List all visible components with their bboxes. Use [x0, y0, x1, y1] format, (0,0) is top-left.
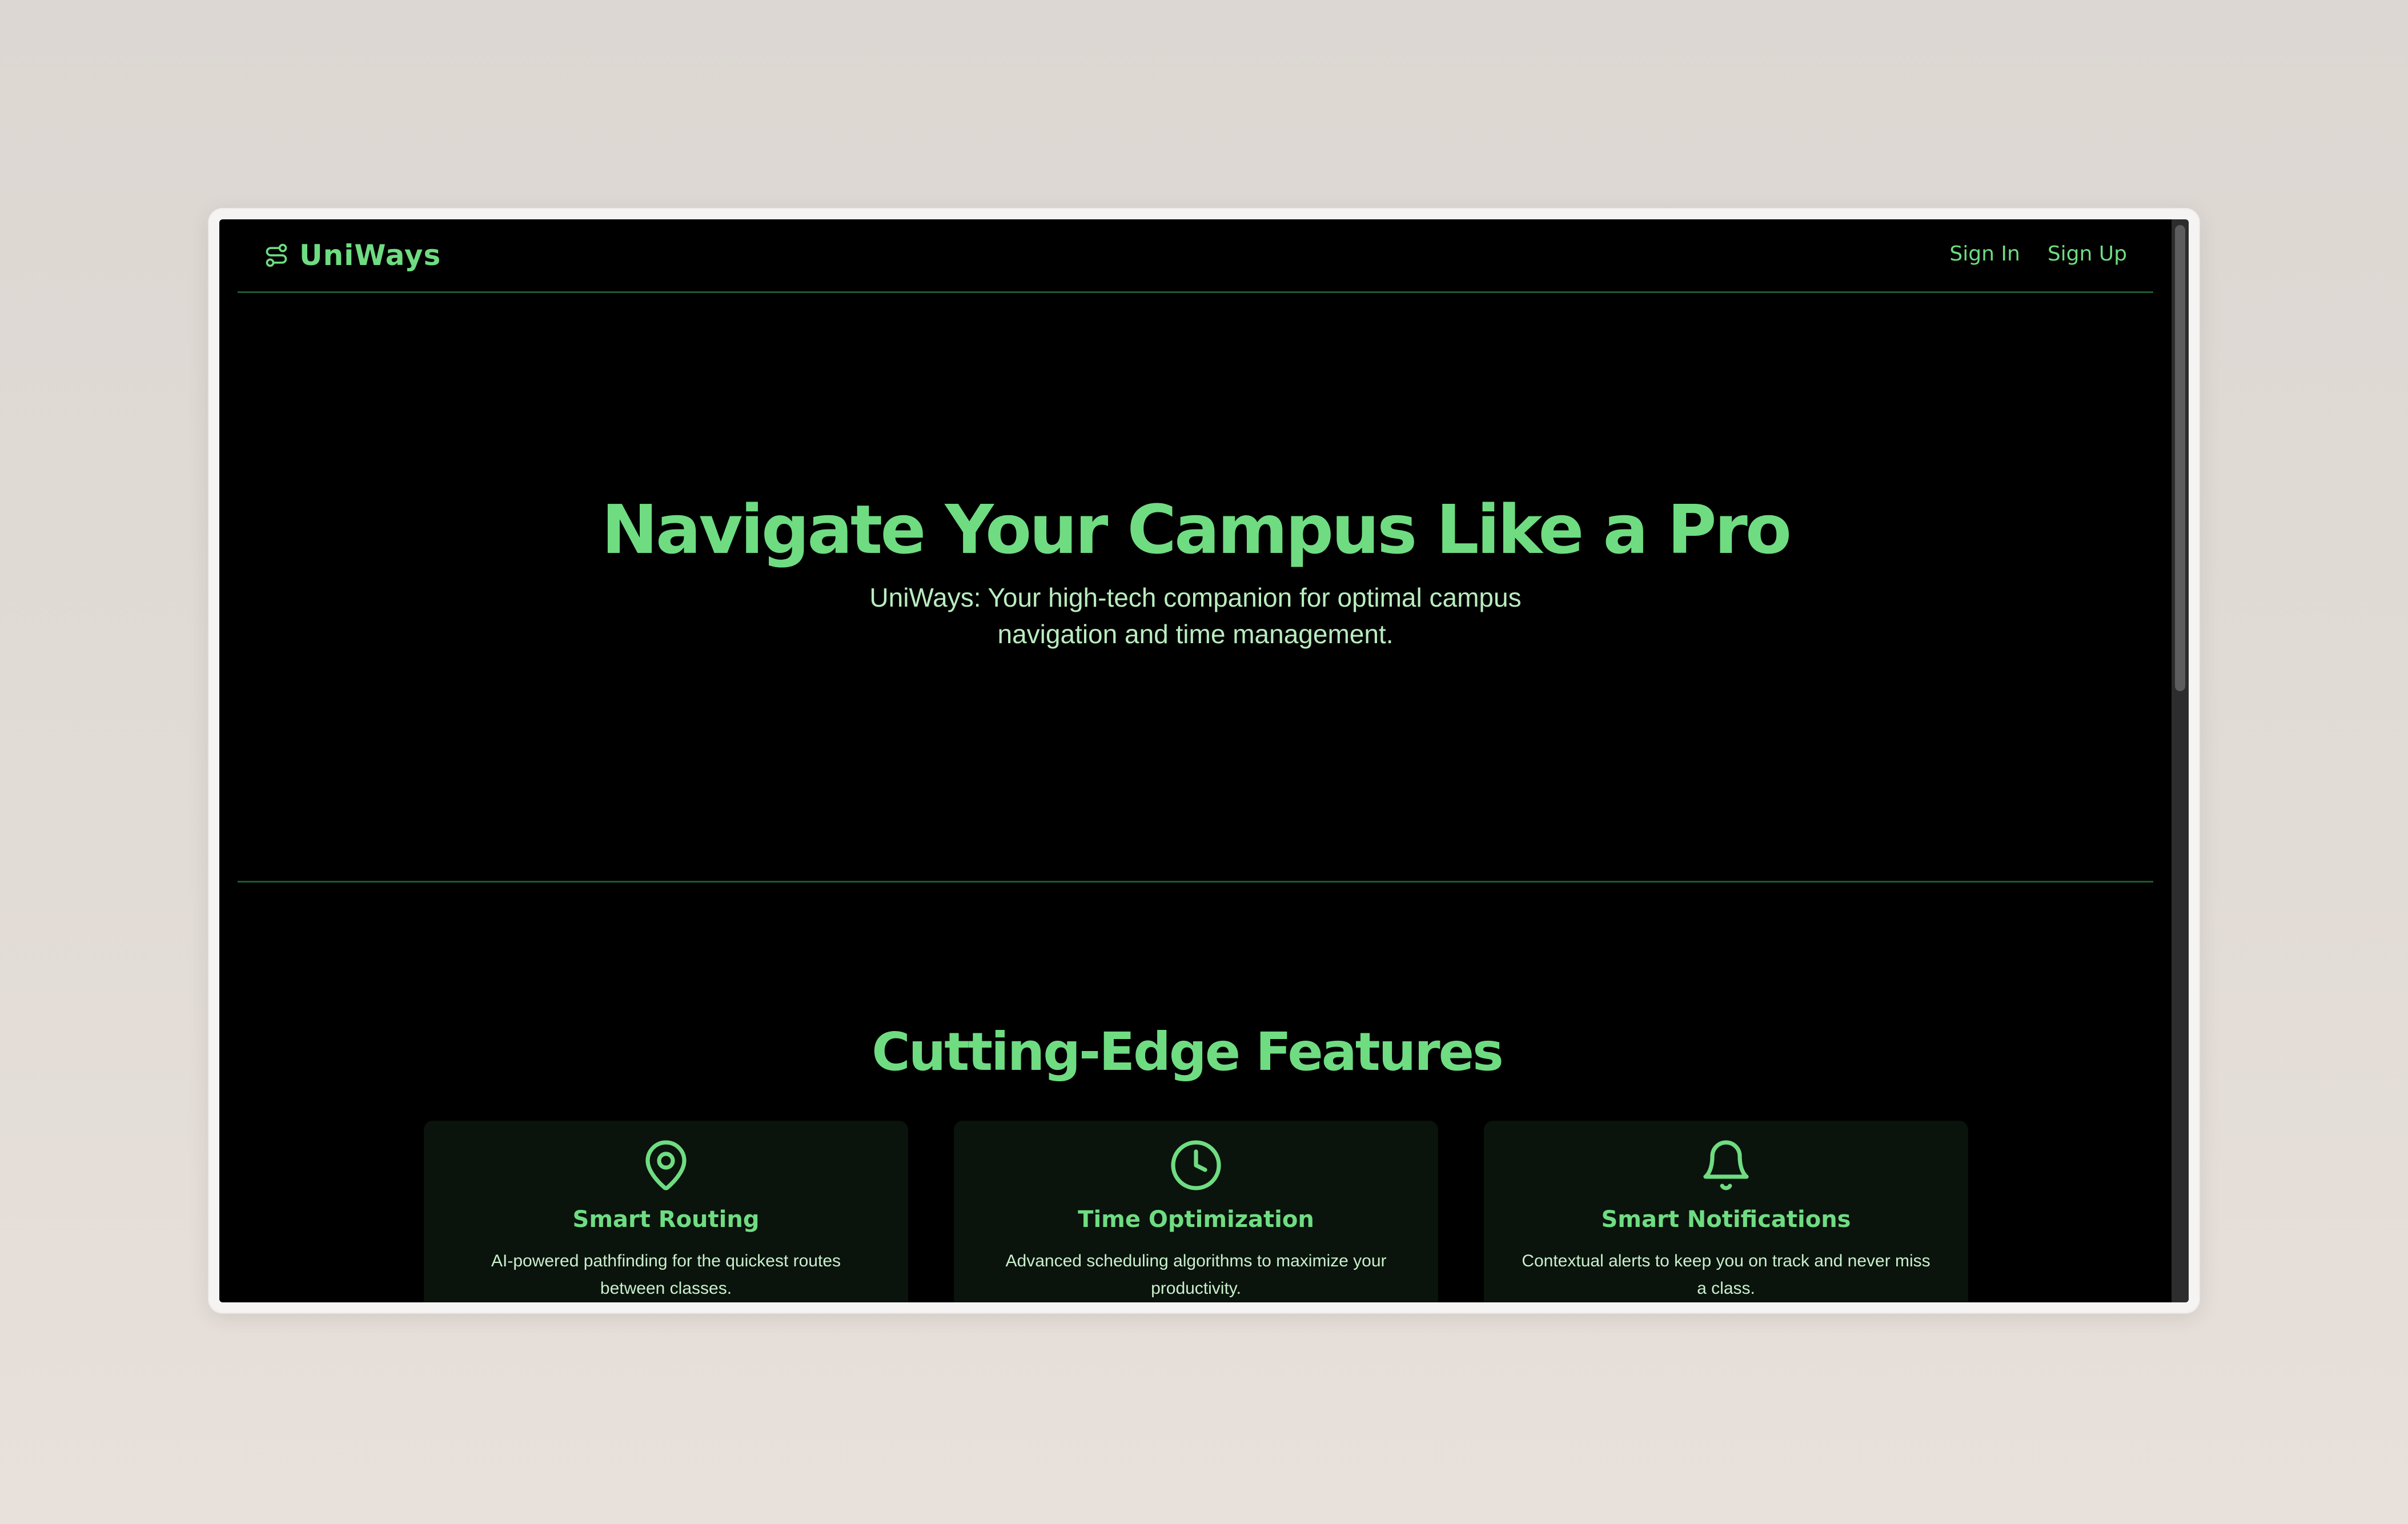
feature-description: Advanced scheduling algorithms to maximi…	[1005, 1252, 1387, 1298]
feature-description: Contextual alerts to keep you on track a…	[1522, 1252, 1931, 1298]
feature-card-smart-notifications: Smart Notifications Contextual alerts to…	[1484, 1121, 1968, 1302]
feature-card-time-optimization: Time Optimization Advanced scheduling al…	[954, 1121, 1438, 1302]
map-pin-icon	[645, 1140, 687, 1190]
feature-title: Smart Routing	[572, 1206, 760, 1233]
feature-description: AI-powered pathfinding for the quickest …	[491, 1252, 841, 1298]
brand-name: UniWays	[299, 239, 442, 272]
clock-icon	[1171, 1140, 1221, 1190]
hero-subtitle: UniWays: Your high-tech companion for op…	[869, 583, 1522, 649]
sign-up-link[interactable]: Sign Up	[2048, 242, 2127, 266]
feature-card-smart-routing: Smart Routing AI-powered pathfinding for…	[424, 1121, 908, 1302]
sign-in-link[interactable]: Sign In	[1949, 242, 2020, 266]
landing-page: UniWays Sign In Sign Up Navigate Your Ca…	[219, 219, 2172, 1302]
vertical-scrollbar[interactable]	[2172, 219, 2189, 1302]
route-icon	[266, 243, 287, 267]
hero-title: Navigate Your Campus Like a Pro	[601, 490, 1792, 569]
feature-title: Smart Notifications	[1601, 1206, 1851, 1233]
navbar: UniWays Sign In Sign Up	[238, 219, 2153, 293]
features-title: Cutting-Edge Features	[872, 1021, 1504, 1082]
nav-links: Sign In Sign Up	[1949, 242, 2127, 266]
hero-section: Navigate Your Campus Like a Pro UniWays:…	[238, 291, 2153, 883]
page-viewport[interactable]: UniWays Sign In Sign Up Navigate Your Ca…	[219, 219, 2189, 1302]
browser-window: UniWays Sign In Sign Up Navigate Your Ca…	[209, 209, 2199, 1313]
feature-title: Time Optimization	[1078, 1206, 1314, 1233]
brand-logo[interactable]: UniWays	[264, 239, 441, 272]
features-grid: Smart Routing AI-powered pathfinding for…	[424, 1121, 1968, 1302]
scrollbar-thumb[interactable]	[2175, 225, 2185, 691]
bell-icon	[1703, 1140, 1749, 1190]
